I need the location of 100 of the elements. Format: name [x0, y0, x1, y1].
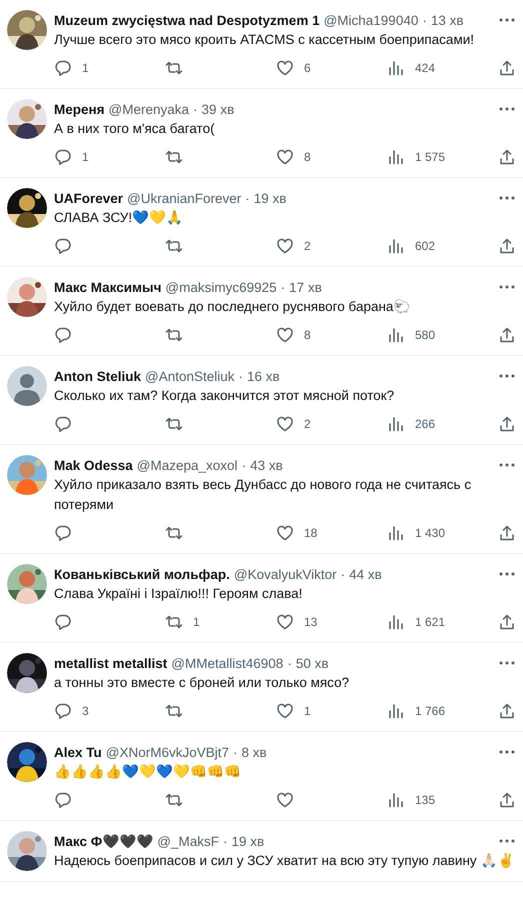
user-handle[interactable]: @maksimyc69925 [165, 280, 277, 294]
user-handle[interactable]: @Merenyaka [108, 102, 190, 116]
share-icon[interactable] [498, 524, 516, 542]
separator-dot: · [242, 458, 246, 472]
user-name[interactable]: Anton Steliuk [54, 368, 141, 384]
tweet-text: Хуйло будет воевать до последнего руснявого барана🐑 [54, 298, 412, 316]
user-handle[interactable]: @UkranianForever [127, 190, 242, 206]
timestamp[interactable]: 50 хв [296, 656, 329, 670]
views-chart-icon[interactable] [387, 59, 405, 77]
views-chart-icon[interactable] [387, 415, 405, 433]
separator-dot: · [193, 102, 198, 116]
user-name[interactable]: metallist metallist [54, 656, 168, 670]
heart-icon[interactable] [276, 59, 294, 77]
user-name[interactable]: Muzeum zwycięstwa nad Despotyzmem 1 [54, 12, 320, 28]
timestamp[interactable]: 43 хв [250, 458, 283, 472]
share-icon[interactable] [498, 59, 516, 77]
user-name[interactable]: Alex Tu [54, 744, 102, 760]
timestamp[interactable]: 17 хв [289, 280, 322, 294]
retweet-icon[interactable] [165, 524, 183, 542]
user-handle[interactable]: @MMetallist46908 [171, 656, 284, 670]
reply-icon[interactable] [54, 59, 72, 77]
reply-icon[interactable] [54, 613, 72, 631]
share-icon[interactable] [498, 791, 516, 809]
share-icon[interactable] [498, 326, 516, 344]
user-name[interactable]: Мереня [54, 102, 105, 116]
heart-icon[interactable] [276, 415, 294, 433]
views-chart-icon[interactable] [387, 791, 405, 809]
tweet-text: А в них того м'яса багато( [54, 120, 216, 138]
reply-icon[interactable] [54, 791, 72, 809]
reply-icon[interactable] [54, 524, 72, 542]
heart-icon[interactable] [276, 702, 294, 720]
share-icon[interactable] [498, 237, 516, 255]
tweet-text: а тонны это вместе с броней или только мясо? [54, 674, 350, 692]
retweet-icon[interactable] [165, 326, 183, 344]
more-icon[interactable] [499, 196, 515, 200]
separator-dot: · [340, 566, 346, 582]
retweet-icon[interactable] [165, 59, 183, 77]
user-handle[interactable]: @Micha199040 [324, 12, 418, 28]
user-handle[interactable]: @Mazepa_xoxol [136, 458, 238, 472]
count: 1 430 [415, 526, 446, 540]
more-icon[interactable] [499, 661, 515, 665]
reply-icon[interactable] [54, 237, 72, 255]
user-name[interactable]: Mak Odessa [54, 458, 133, 472]
retweet-icon[interactable] [165, 415, 183, 433]
tweet-text: СЛАВА ЗСУ!💙💛🙏 [54, 209, 184, 227]
share-icon[interactable] [498, 148, 516, 166]
user-name[interactable]: UAForever [54, 190, 124, 206]
more-icon[interactable] [499, 572, 515, 576]
heart-icon[interactable] [276, 524, 294, 542]
more-icon[interactable] [499, 463, 515, 467]
more-icon[interactable] [499, 285, 515, 289]
views-chart-icon[interactable] [387, 524, 405, 542]
retweet-icon[interactable] [165, 613, 183, 631]
views-chart-icon[interactable] [387, 326, 405, 344]
retweet-icon[interactable] [165, 148, 183, 166]
timestamp[interactable]: 19 хв [232, 834, 264, 848]
more-icon[interactable] [499, 107, 515, 111]
timestamp[interactable]: 16 хв [247, 368, 280, 384]
timestamp[interactable]: 39 хв [202, 102, 234, 116]
more-icon[interactable] [499, 374, 515, 378]
retweet-icon[interactable] [165, 791, 183, 809]
default-avatar-icon[interactable] [7, 366, 47, 406]
count: 8 [304, 328, 311, 342]
heart-icon[interactable] [276, 791, 294, 809]
share-icon[interactable] [498, 415, 516, 433]
views-chart-icon[interactable] [387, 613, 405, 631]
user-name[interactable]: Макс Максимыч [54, 280, 162, 294]
heart-icon[interactable] [276, 613, 294, 631]
reply-icon[interactable] [54, 702, 72, 720]
reply-icon[interactable] [54, 415, 72, 433]
timestamp[interactable]: 44 хв [349, 566, 382, 582]
views-chart-icon[interactable] [387, 702, 405, 720]
timestamp[interactable]: 8 хв [242, 744, 267, 760]
timestamp[interactable]: 19 хв [254, 190, 286, 206]
more-icon[interactable] [499, 750, 515, 754]
tweet-text: Слава Україні і Ізраїлю!!! Героям слава! [54, 585, 304, 603]
heart-icon[interactable] [276, 237, 294, 255]
user-name[interactable]: Кованьківський мольфар. [54, 566, 230, 582]
reply-icon[interactable] [54, 148, 72, 166]
more-icon[interactable] [499, 18, 515, 22]
heart-icon[interactable] [276, 148, 294, 166]
count: 18 [304, 526, 318, 540]
views-chart-icon[interactable] [387, 148, 405, 166]
user-name[interactable]: Макс Ф🖤🖤🖤 [54, 833, 154, 849]
reply-icon[interactable] [54, 326, 72, 344]
heart-icon[interactable] [276, 326, 294, 344]
retweet-icon[interactable] [165, 237, 183, 255]
views-chart-icon[interactable] [387, 237, 405, 255]
retweet-icon[interactable] [165, 702, 183, 720]
share-icon[interactable] [498, 702, 516, 720]
count: 1 [82, 150, 89, 164]
share-icon[interactable] [498, 613, 516, 631]
user-handle[interactable]: @XNorM6vkJoVBjt7 [106, 744, 230, 760]
timestamp[interactable]: 13 хв [430, 12, 464, 28]
more-icon[interactable] [499, 839, 515, 843]
count: 580 [415, 328, 436, 342]
user-handle[interactable]: @_MaksF [157, 834, 219, 848]
user-handle[interactable]: @AntonSteliuk [145, 368, 235, 384]
user-handle[interactable]: @KovalyukViktor [234, 566, 337, 582]
count: 13 [304, 615, 318, 629]
